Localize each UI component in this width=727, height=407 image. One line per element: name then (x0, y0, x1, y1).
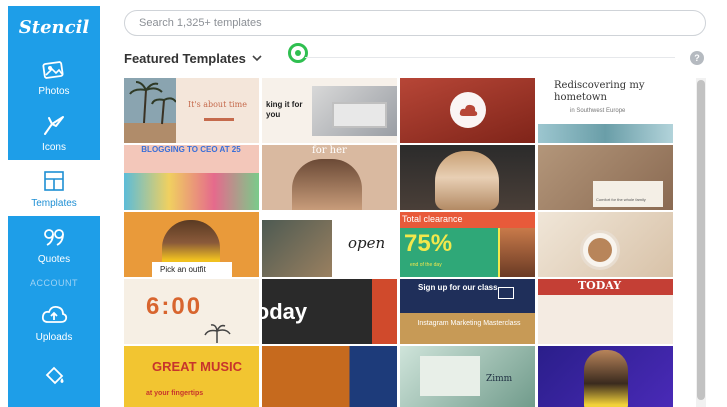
template-card[interactable]: Pick an outfit (124, 212, 259, 277)
scrollbar-thumb[interactable] (697, 80, 705, 400)
chart-icon (498, 287, 514, 299)
template-text: for her (312, 145, 347, 156)
sidebar-item-photos[interactable]: Photos (8, 48, 100, 104)
template-card[interactable]: Comfort for the whole family (538, 145, 673, 210)
sidebar-item-brand[interactable] (8, 350, 100, 406)
template-card[interactable]: TODAY (538, 279, 673, 344)
template-card[interactable]: GREAT MUSIC at your fingertips (124, 346, 259, 407)
template-photo (584, 350, 628, 407)
template-subtext: at your fingertips (146, 390, 204, 397)
template-big-number: 75% (404, 230, 453, 257)
template-text: Comfort for the whole family (596, 197, 646, 202)
template-card[interactable] (400, 145, 535, 210)
sidebar-item-quotes[interactable]: Quotes (8, 216, 100, 272)
template-photo (332, 102, 387, 128)
photos-icon (41, 56, 67, 82)
scrollbar[interactable] (696, 78, 706, 407)
template-card[interactable]: for her (262, 145, 397, 210)
cloud-icon (459, 104, 478, 116)
sidebar: Stencil Photos Icons Templates Quotes AC… (8, 6, 100, 407)
search-input[interactable] (124, 10, 706, 36)
chevron-down-icon[interactable] (252, 49, 262, 67)
template-card-inner (593, 181, 663, 207)
template-text: Zimm (486, 374, 513, 384)
template-subtext: end of the day (410, 262, 442, 268)
sidebar-item-label: Quotes (37, 253, 71, 265)
featured-header: Featured Templates (124, 49, 262, 67)
template-deco (372, 279, 397, 344)
template-card[interactable]: 6:00 (124, 279, 259, 344)
template-text: Today (262, 299, 308, 324)
template-text: king it for you (266, 100, 303, 119)
template-card[interactable] (538, 346, 673, 407)
help-icon[interactable]: ? (690, 51, 704, 65)
template-grid: It's about time king it for you Rediscov… (124, 78, 674, 407)
sidebar-item-label: Photos (38, 85, 70, 97)
template-photo (420, 356, 480, 396)
template-card[interactable]: Zimm (400, 346, 535, 407)
template-text: BLOGGING TO CEO AT 25 (141, 145, 241, 154)
template-photo (500, 228, 535, 277)
template-card[interactable]: Rediscovering my hometown in Southwest E… (538, 78, 673, 143)
templates-icon (42, 168, 66, 194)
template-text: 6:00 (146, 293, 203, 320)
template-card[interactable]: Sign up for our class Instagram Marketin… (400, 279, 535, 344)
quotes-icon (41, 224, 67, 250)
template-card[interactable]: Total clearance 75% end of the day (400, 212, 535, 277)
sidebar-item-label: Templates (31, 197, 77, 209)
template-text: Rediscovering my hometown (554, 80, 645, 103)
template-text: It's about time (188, 100, 247, 109)
template-text: TODAY (578, 279, 622, 292)
template-text: Pick an outfit (160, 265, 206, 274)
template-card[interactable]: king it for you (262, 78, 397, 143)
sidebar-section-account: ACCOUNT (30, 278, 78, 288)
template-photo (262, 220, 332, 277)
featured-title: Featured Templates (124, 50, 246, 66)
template-card[interactable] (400, 78, 535, 143)
divider (305, 57, 675, 58)
template-card[interactable] (262, 346, 397, 407)
sidebar-item-label: Uploads (35, 331, 73, 343)
template-photo (538, 295, 673, 344)
sidebar-item-label: Icons (42, 141, 66, 153)
template-deco (204, 118, 234, 121)
icons-icon (41, 112, 67, 138)
stencil-app: Stencil Photos Icons Templates Quotes AC… (0, 0, 727, 407)
template-card[interactable] (538, 212, 673, 277)
sidebar-item-templates[interactable]: Templates (8, 160, 100, 216)
template-text: Total clearance (402, 214, 463, 224)
template-text: Sign up for our class (418, 283, 498, 292)
template-text: open (348, 234, 386, 252)
coffee-latte (588, 238, 612, 262)
sidebar-item-uploads[interactable]: Uploads (8, 294, 100, 350)
upload-cloud-icon (40, 302, 68, 328)
click-indicator-icon (288, 43, 308, 63)
paint-bucket-icon (41, 363, 67, 389)
stencil-logo[interactable]: Stencil (8, 6, 100, 48)
template-photo (538, 124, 673, 143)
template-card[interactable]: It's about time (124, 78, 259, 143)
template-subtext: Instagram Marketing Masterclass (417, 320, 521, 327)
sidebar-item-icons[interactable]: Icons (8, 104, 100, 160)
template-text: GREAT MUSIC (151, 359, 243, 374)
template-card[interactable]: Today (262, 279, 397, 344)
template-card[interactable]: BLOGGING TO CEO AT 25 (124, 145, 259, 210)
template-card[interactable]: open (262, 212, 397, 277)
template-photo (124, 173, 259, 210)
palm-icon (204, 324, 231, 343)
template-photo (435, 151, 499, 210)
template-photo (292, 159, 362, 210)
template-subtext: in Southwest Europe (570, 108, 626, 114)
